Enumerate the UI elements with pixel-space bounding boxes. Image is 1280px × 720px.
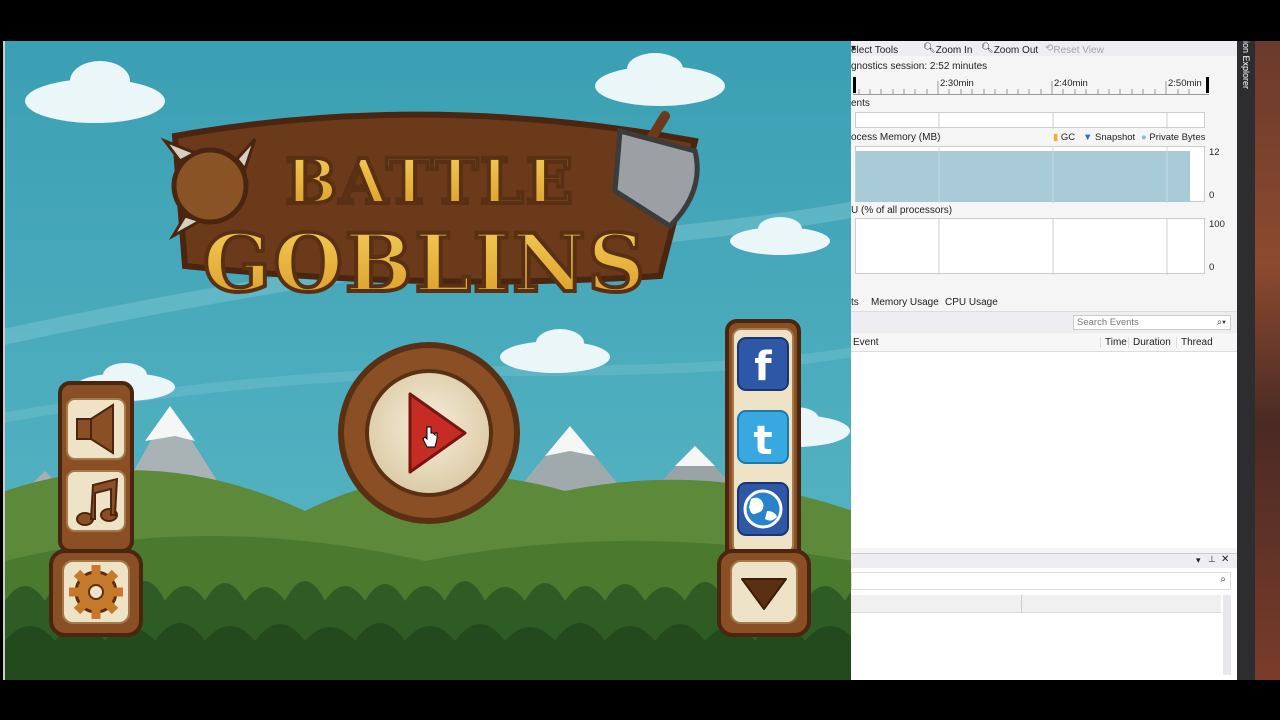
cpu-graph[interactable] <box>855 218 1205 275</box>
timeline-ruler[interactable]: 2:30min 2:40min 2:50min <box>853 75 1209 95</box>
zoom-out-button[interactable]: 🔍︎ Zoom Out <box>981 43 1038 56</box>
session-duration: gnostics session: 2:52 minutes <box>851 61 988 72</box>
memory-axis-max: 12 <box>1209 147 1220 158</box>
events-table-header: Event Time Duration Thread <box>851 334 1237 352</box>
game-logo: BATTLE GOBLINS <box>160 111 700 312</box>
game-window: BATTLE GOBLINS f t <box>3 41 851 680</box>
more-button[interactable] <box>717 549 811 637</box>
column-time[interactable]: Time <box>1100 337 1127 348</box>
search-icon[interactable]: ⌕ <box>1220 574 1226 585</box>
reset-view-button[interactable]: ⟲ Reset View <box>1045 43 1104 56</box>
legend-private-bytes: ● Private Bytes <box>1141 132 1206 143</box>
facebook-icon: f <box>754 344 772 390</box>
cpu-axis-min: 0 <box>1209 262 1215 273</box>
column-duration[interactable]: Duration <box>1128 337 1171 348</box>
memory-section-label: ocess Memory (MB) <box>851 132 941 143</box>
website-button[interactable] <box>737 482 789 536</box>
solution-explorer-label: ion Explorer <box>1241 41 1251 90</box>
pin-icon[interactable]: ⊥ <box>1208 554 1216 565</box>
dropdown-icon[interactable]: ▾ <box>1196 555 1201 566</box>
solution-explorer-tab[interactable] <box>1237 41 1255 680</box>
diagnostics-toolbar: elect Tools ▾ 🔍︎ Zoom In 🔍︎ Zoom Out ⟲ R… <box>851 41 1237 56</box>
tab-cpu-usage[interactable]: CPU Usage <box>945 297 998 308</box>
zoom-in-button[interactable]: 🔍︎ Zoom In <box>923 43 972 56</box>
cpu-section-label: U (% of all processors) <box>851 205 953 216</box>
column-thread[interactable]: Thread <box>1176 337 1213 348</box>
column-event[interactable]: Event <box>853 337 879 348</box>
logo-text-line2: GOBLINS <box>203 216 647 310</box>
twitter-icon: t <box>753 418 772 464</box>
legend-gc: ▮ GC <box>1053 132 1076 143</box>
logo-text-line1: BATTLE <box>285 145 575 218</box>
cpu-axis-max: 100 <box>1209 219 1225 230</box>
events-track[interactable] <box>855 112 1205 129</box>
diagnostics-panel: elect Tools ▾ 🔍︎ Zoom In 🔍︎ Zoom Out ⟲ R… <box>851 41 1237 680</box>
secondary-pane: ▾ ⊥ ✕ ⌕ <box>851 553 1237 680</box>
events-section-label: ents <box>851 98 870 109</box>
legend-snapshot: ▼ Snapshot <box>1083 132 1136 143</box>
tab-memory-usage[interactable]: Memory Usage <box>871 297 939 308</box>
close-icon[interactable]: ✕ <box>1221 554 1229 565</box>
list-item[interactable] <box>851 595 1221 613</box>
events-list[interactable] <box>851 352 1237 548</box>
desktop-background <box>1255 41 1280 680</box>
ruler-tick-label: 2:40min <box>1054 78 1088 89</box>
search-events-input[interactable]: Search Events ⌕▾ <box>1073 315 1231 330</box>
ruler-tick-label: 2:30min <box>940 78 974 89</box>
scrollbar[interactable] <box>1223 595 1231 675</box>
secondary-search-input[interactable]: ⌕ <box>851 572 1231 590</box>
diagnostics-tabs: ts Memory Usage CPU Usage <box>851 295 1237 311</box>
facebook-button[interactable]: f <box>737 337 789 391</box>
gear-icon <box>69 565 123 619</box>
select-tools-button[interactable]: elect Tools ▾ <box>851 43 898 56</box>
twitter-button[interactable]: t <box>737 410 789 464</box>
settings-button[interactable] <box>49 549 143 637</box>
tab-events[interactable]: ts <box>851 297 859 308</box>
events-search-row: Search Events ⌕▾ <box>851 311 1237 333</box>
left-menu-panel <box>58 381 134 553</box>
secondary-pane-titlebar: ▾ ⊥ ✕ <box>851 554 1237 568</box>
memory-axis-min: 0 <box>1209 190 1215 201</box>
ruler-tick-label: 2:50min <box>1168 78 1202 89</box>
game-scene: BATTLE GOBLINS f t <box>5 41 851 680</box>
search-icon[interactable]: ⌕▾ <box>1217 316 1226 329</box>
globe-icon <box>743 489 783 529</box>
memory-graph[interactable] <box>855 146 1205 203</box>
